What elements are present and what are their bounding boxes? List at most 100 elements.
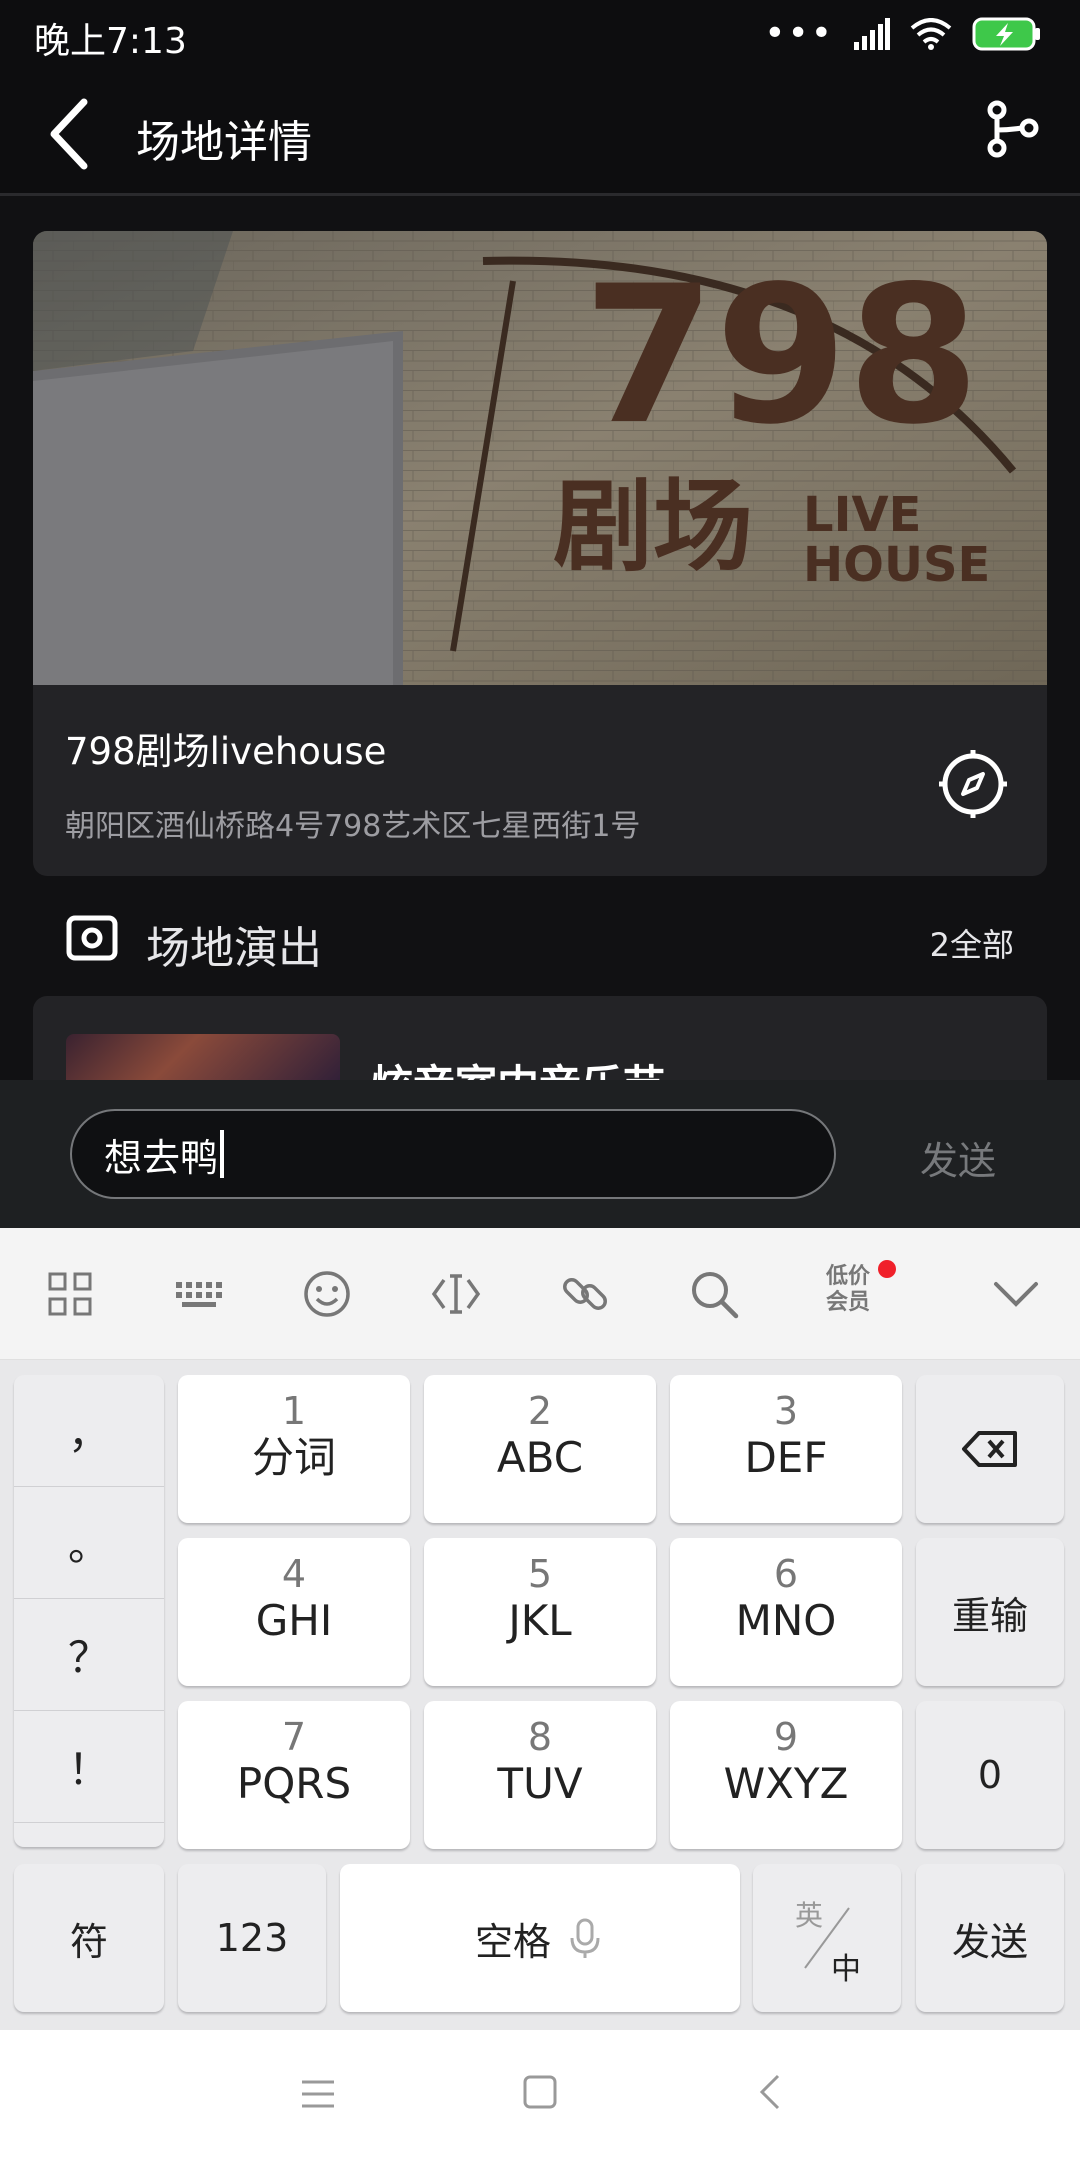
key-6[interactable]: 6 MNO	[670, 1538, 902, 1686]
more-dots-icon: •••	[764, 13, 834, 54]
punct-key-period[interactable]: 。	[14, 1487, 164, 1599]
keyboard-send-key[interactable]: 发送	[916, 1864, 1064, 2012]
status-time: 晚上7:13	[34, 21, 187, 62]
key-letters: TUV	[497, 1759, 583, 1808]
key-letters: PQRS	[236, 1759, 352, 1808]
number-mode-label: 123	[215, 1916, 289, 1960]
share-icon	[987, 100, 1039, 158]
key-2[interactable]: 2 ABC	[424, 1375, 656, 1523]
space-label: 空格	[474, 1919, 551, 1964]
key-9[interactable]: 9 WXYZ	[670, 1701, 902, 1849]
back-button[interactable]	[42, 96, 102, 172]
key-number: 8	[527, 1715, 553, 1759]
backspace-icon	[962, 1431, 1017, 1467]
search-icon[interactable]	[686, 1266, 742, 1322]
keyboard-toolbar: 低价 会员	[0, 1228, 1080, 1360]
venue-sign-number: 798	[583, 245, 980, 466]
navigate-button[interactable]	[937, 748, 1009, 820]
key-number: 7	[281, 1715, 307, 1759]
vip-label-line1: 低价	[825, 1264, 870, 1289]
punct-key-exclaim[interactable]: ！	[14, 1711, 164, 1823]
key-1[interactable]: 1 分词	[178, 1375, 410, 1523]
text-caret	[220, 1130, 225, 1178]
show-list-item[interactable]: 炫音室内音乐节	[33, 996, 1047, 1080]
shows-section-title: 场地演出	[146, 923, 322, 974]
vip-label-line2: 会员	[825, 1290, 870, 1315]
zero-label: 0	[977, 1753, 1003, 1797]
vip-member-button[interactable]: 低价 会员	[824, 1264, 872, 1316]
key-number: 5	[527, 1552, 553, 1596]
keyboard-layout-icon[interactable]	[170, 1266, 226, 1322]
signal-icon	[854, 18, 890, 50]
key-8[interactable]: 8 TUV	[424, 1701, 656, 1849]
reinput-key[interactable]: 重输	[916, 1538, 1064, 1686]
wifi-icon	[910, 18, 952, 50]
key-letters: MNO	[735, 1596, 837, 1645]
key-letters: WXYZ	[723, 1759, 849, 1808]
key-number: 4	[281, 1552, 307, 1596]
recent-apps-button[interactable]	[298, 2072, 338, 2116]
lang-cn-label: 中	[831, 1952, 861, 1987]
key-letters: JKL	[508, 1596, 572, 1645]
battery-charging-icon	[972, 17, 1040, 51]
key-number: 6	[773, 1552, 799, 1596]
venue-name: 798剧场livehouse	[65, 730, 387, 773]
key-letters: 分词	[251, 1433, 336, 1482]
keyboard: ， 。 ？ ！ 1 分词 2 ABC 3 DEF 4 GHI 5 JKL 6 M…	[0, 1360, 1080, 2030]
venue-sign-en1: LIVE	[803, 487, 921, 543]
status-bar: 晚上7:13 •••	[0, 0, 1080, 70]
comment-input-value: 想去鸭	[104, 1135, 219, 1180]
venue-photo: 798 剧场 LIVE HOUSE	[33, 231, 1047, 685]
backspace-key[interactable]	[916, 1375, 1064, 1523]
show-title: 炫音室内音乐节	[371, 1052, 665, 1080]
key-letters: ABC	[496, 1433, 584, 1482]
share-button[interactable]	[985, 100, 1041, 160]
notification-dot	[878, 1260, 896, 1278]
comment-bar: 想去鸭 发送	[0, 1080, 1080, 1228]
back-arrow-icon	[50, 98, 88, 170]
emoji-icon[interactable]	[299, 1266, 355, 1322]
home-square-icon	[523, 2075, 557, 2109]
page-title: 场地详情	[136, 117, 312, 168]
key-7[interactable]: 7 PQRS	[178, 1701, 410, 1849]
key-number: 2	[527, 1389, 553, 1433]
system-back-button[interactable]	[750, 2070, 790, 2114]
back-chevron-icon	[759, 2074, 780, 2110]
key-3[interactable]: 3 DEF	[670, 1375, 902, 1523]
comment-send-button[interactable]: 发送	[920, 1130, 996, 1185]
key-4[interactable]: 4 GHI	[178, 1538, 410, 1686]
zero-key[interactable]: 0	[916, 1701, 1064, 1849]
punctuation-column: ， 。 ？ ！	[14, 1375, 164, 1847]
venue-card[interactable]: 798 剧场 LIVE HOUSE 798剧场livehouse 朝阳区酒仙桥路…	[33, 231, 1047, 876]
link-icon[interactable]	[557, 1266, 613, 1322]
menu-icon	[302, 2080, 334, 2108]
venue-photo-graphic: 798 剧场 LIVE HOUSE	[33, 231, 1047, 685]
number-mode-key[interactable]: 123	[178, 1864, 326, 2012]
key-number: 9	[773, 1715, 799, 1759]
venue-sign-en2: HOUSE	[803, 537, 990, 593]
reinput-label: 重输	[951, 1593, 1028, 1638]
space-key[interactable]: 空格	[340, 1864, 740, 2012]
comment-input[interactable]: 想去鸭	[70, 1109, 836, 1199]
punct-key-comma[interactable]: ，	[14, 1375, 164, 1487]
compass-icon	[939, 750, 1007, 818]
punct-key-question[interactable]: ？	[14, 1599, 164, 1711]
status-icons: •••	[764, 14, 1042, 54]
key-letters: DEF	[744, 1433, 828, 1482]
keyboard-send-label: 发送	[951, 1919, 1028, 1964]
cursor-edit-icon[interactable]	[428, 1266, 484, 1322]
venue-address: 朝阳区酒仙桥路4号798艺术区七星西街1号	[65, 809, 641, 844]
language-toggle-key[interactable]: 英 中	[753, 1864, 901, 2012]
microphone-icon	[570, 1918, 600, 1958]
top-nav-bar: 场地详情	[0, 70, 1080, 196]
key-5[interactable]: 5 JKL	[424, 1538, 656, 1686]
collapse-keyboard-icon[interactable]	[988, 1266, 1044, 1322]
system-nav-bar	[0, 2030, 1080, 2160]
shows-see-all-link[interactable]: 2全部	[930, 920, 1014, 966]
apps-grid-icon[interactable]	[42, 1266, 98, 1322]
shows-section-icon	[66, 915, 118, 961]
key-letters: GHI	[255, 1596, 333, 1645]
symbol-key[interactable]: 符	[14, 1864, 164, 2012]
lang-divider-icon	[804, 1907, 850, 1969]
home-button[interactable]	[520, 2070, 560, 2114]
